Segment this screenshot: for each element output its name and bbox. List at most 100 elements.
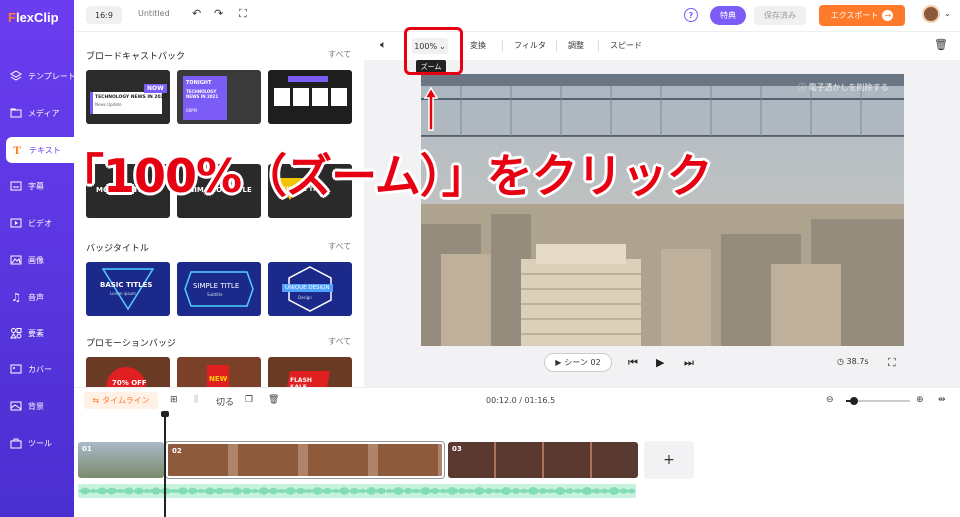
- project-title[interactable]: Untitled: [138, 9, 170, 18]
- redo-icon[interactable]: ↷: [214, 7, 223, 20]
- clip-label: 01: [82, 445, 92, 453]
- scene-selector[interactable]: ▶ シーン 02: [544, 353, 612, 372]
- avatar[interactable]: [922, 5, 940, 23]
- chevron-down-icon[interactable]: ⌄: [944, 9, 951, 18]
- help-icon[interactable]: ?: [684, 8, 698, 22]
- section-title: バッジタイトル: [86, 244, 149, 254]
- layers-icon: [10, 70, 22, 82]
- sidebar-item-label: メディア: [28, 108, 60, 118]
- volume-icon[interactable]: 🔈︎: [380, 38, 387, 52]
- video-clip-selected[interactable]: 02: [165, 441, 445, 479]
- timeline-area: ⇆ タイムライン ⊞ ⫼ 切る ❐ 🗑︎ 00:12.0 / 01:16.5 ⊖ …: [74, 387, 960, 517]
- fullscreen-icon[interactable]: ⛶: [239, 7, 247, 21]
- duration-display: ◷ 38.7s: [837, 357, 869, 366]
- export-button[interactable]: エクスポート →: [819, 5, 905, 26]
- play-icon[interactable]: ▶: [656, 356, 664, 369]
- trash-icon[interactable]: 🗑︎: [268, 395, 279, 405]
- clip-label: 02: [172, 447, 182, 455]
- remove-watermark-link[interactable]: ⓘ 電子透かしを削除する: [798, 82, 889, 93]
- sidebar-item-media[interactable]: メディア: [0, 100, 74, 126]
- adjust-button[interactable]: 調整: [568, 40, 584, 51]
- timeline-zoom-slider[interactable]: [846, 397, 910, 405]
- sidebar: FlexClip テンプレート メディア T テキスト 字幕 ビデオ 画像 ♫ …: [0, 0, 74, 517]
- thumb-text: NEW: [209, 375, 228, 383]
- playhead-handle[interactable]: [161, 411, 169, 417]
- flexclip-editor: FlexClip テンプレート メディア T テキスト 字幕 ビデオ 画像 ♫ …: [0, 0, 960, 517]
- duplicate-icon[interactable]: ❐: [245, 395, 253, 405]
- cover-icon: [10, 363, 22, 375]
- sidebar-item-video[interactable]: ビデオ: [0, 210, 74, 236]
- see-all-link[interactable]: すべて: [328, 49, 351, 60]
- template-thumb[interactable]: [268, 70, 352, 124]
- slider-handle[interactable]: [850, 397, 858, 405]
- zoom-out-icon[interactable]: ⊖: [826, 395, 834, 405]
- special-offer-button[interactable]: 特典: [710, 6, 746, 25]
- thumb-text: FLASH SALE: [290, 377, 312, 387]
- sidebar-item-cover[interactable]: カバー: [0, 356, 74, 382]
- add-clip-button[interactable]: +: [644, 441, 694, 479]
- sidebar-item-audio[interactable]: ♫ 音声: [0, 284, 74, 310]
- trash-icon[interactable]: 🗑︎: [934, 38, 948, 51]
- template-thumb[interactable]: 70% OFF: [86, 357, 170, 387]
- filter-button[interactable]: フィルタ: [514, 40, 546, 51]
- city-scene: [421, 74, 904, 346]
- thumb-subtext: Design: [298, 295, 312, 300]
- fullscreen-icon[interactable]: ⛶: [888, 356, 896, 370]
- sidebar-item-tools[interactable]: ツール: [0, 430, 74, 456]
- fit-timeline-icon[interactable]: ⇹: [938, 395, 946, 405]
- undo-icon[interactable]: ↶: [192, 7, 201, 20]
- sidebar-item-label: ツール: [28, 438, 52, 448]
- template-thumb[interactable]: UNIQUE DESIGN Design: [268, 262, 352, 316]
- audio-track[interactable]: [78, 484, 636, 498]
- previous-icon[interactable]: ⏮︎: [628, 356, 638, 370]
- thumb-card: [274, 88, 290, 106]
- template-thumb[interactable]: BASIC TITLES Lorem ipsum: [86, 262, 170, 316]
- thumb-text: UNIQUE DESIGN: [282, 284, 333, 292]
- section-title: プロモーションバッジ: [86, 339, 176, 349]
- see-all-link[interactable]: すべて: [328, 241, 351, 252]
- play-icon: ▶: [555, 358, 562, 367]
- playhead[interactable]: [164, 412, 166, 517]
- divider: [556, 40, 557, 52]
- template-thumb[interactable]: FLASH SALE: [268, 357, 352, 387]
- thumb-card: [312, 88, 328, 106]
- see-all-link[interactable]: すべて: [328, 336, 351, 347]
- export-label: エクスポート: [830, 11, 879, 20]
- subtitle-icon: [10, 180, 22, 192]
- template-thumb[interactable]: NEW: [177, 357, 261, 387]
- toolbox-icon: [10, 437, 22, 449]
- sidebar-item-label: ビデオ: [28, 218, 52, 228]
- template-thumb[interactable]: TONIGHT TECHNOLOGY NEWS IN 2021 08PM: [177, 70, 261, 124]
- sidebar-item-background[interactable]: 背景: [0, 393, 74, 419]
- transform-button[interactable]: 変換: [470, 40, 486, 51]
- sidebar-item-image[interactable]: 画像: [0, 247, 74, 273]
- template-thumb[interactable]: SIMPLE TITLE Subtitle: [177, 262, 261, 316]
- sidebar-item-label: テキスト: [29, 145, 61, 155]
- timeline-button[interactable]: ⇆ タイムライン: [84, 392, 158, 409]
- video-clip[interactable]: 01: [78, 442, 164, 478]
- cut-button[interactable]: 切る: [216, 395, 234, 408]
- video-clip[interactable]: 03: [448, 442, 638, 478]
- video-canvas[interactable]: [421, 74, 904, 346]
- clip-label: 03: [452, 445, 462, 453]
- waveform: [79, 487, 635, 495]
- sidebar-item-templates[interactable]: テンプレート: [0, 63, 74, 89]
- zoom-in-icon[interactable]: ⊕: [916, 395, 924, 405]
- music-icon: ♫: [11, 290, 21, 304]
- text-icon: T: [12, 142, 21, 157]
- flexclip-logo[interactable]: FlexClip: [8, 10, 59, 25]
- split-icon[interactable]: ⫼: [194, 395, 198, 405]
- speed-button[interactable]: スピード: [610, 40, 642, 51]
- thumb-subtext: TECHNOLOGY NEWS IN 2021: [186, 89, 219, 99]
- add-icon[interactable]: ⊞: [170, 395, 178, 405]
- image-icon: [10, 254, 22, 266]
- timeline-time: 00:12.0 / 01:16.5: [486, 396, 556, 405]
- video-icon: [10, 217, 22, 229]
- aspect-ratio-button[interactable]: 16:9: [86, 6, 122, 24]
- next-icon[interactable]: ⏭︎: [684, 356, 694, 370]
- divider: [598, 40, 599, 52]
- template-thumb[interactable]: NOW TECHNOLOGY NEWS IN 2021 News Update: [86, 70, 170, 124]
- sidebar-item-elements[interactable]: 要素: [0, 320, 74, 346]
- timeline-icon: ⇆: [92, 396, 100, 405]
- divider: [502, 40, 503, 52]
